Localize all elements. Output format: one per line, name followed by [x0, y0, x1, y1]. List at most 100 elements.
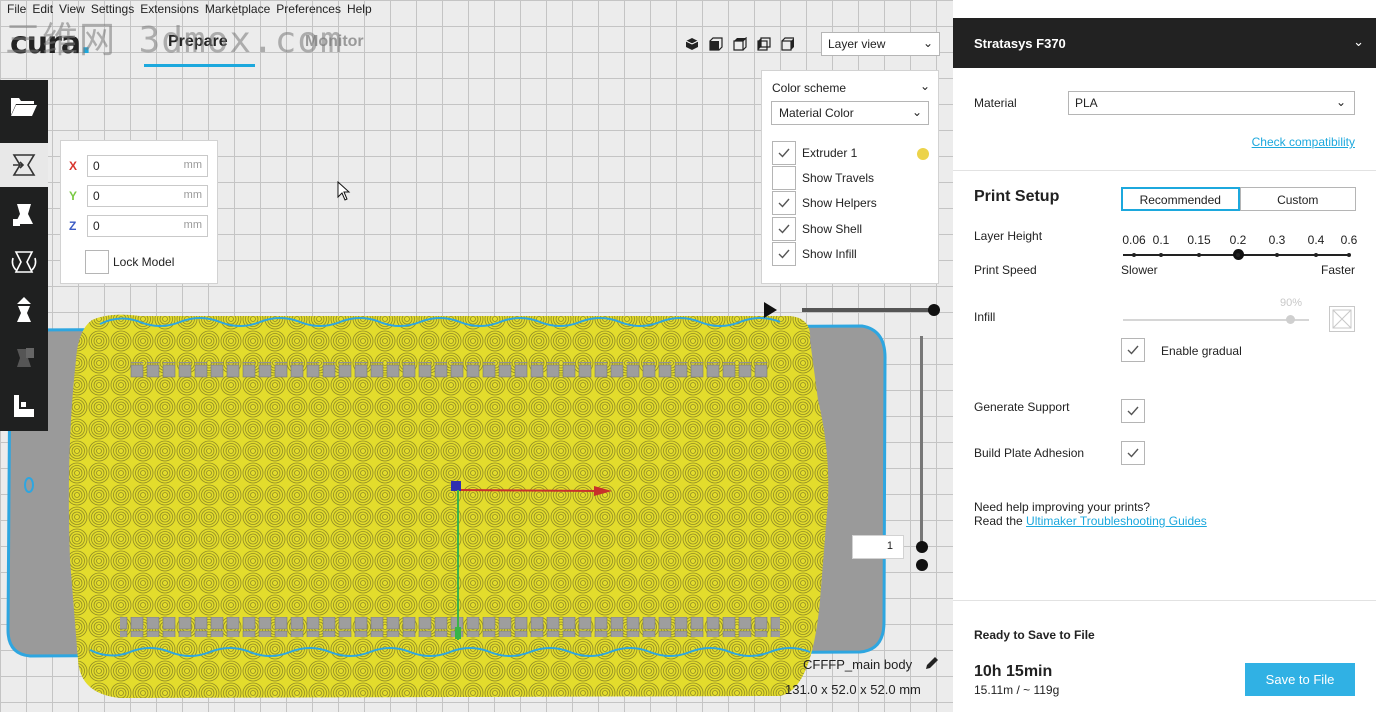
help-prefix: Read the	[974, 514, 1023, 528]
layer-height-tick-label[interactable]: 0.15	[1184, 233, 1214, 247]
per-model-settings-button[interactable]	[0, 336, 48, 380]
show-travels-checkbox[interactable]	[772, 166, 796, 190]
layer-height-tick-label[interactable]: 0.4	[1301, 233, 1331, 247]
x-position-value: 0	[93, 159, 100, 173]
print-setup-title: Print Setup	[974, 188, 1060, 205]
material-value: PLA	[1075, 96, 1098, 110]
x-axis-label: X	[69, 159, 78, 173]
help-text: Need help improving your prints? Read th…	[974, 500, 1207, 528]
option-show-shell: Show Shell	[772, 217, 863, 241]
z-position-value: 0	[93, 219, 100, 233]
checkmark-icon	[778, 249, 790, 259]
x-position-row: X 0 mm	[69, 155, 208, 177]
build-plate-viewport[interactable]: File Edit View Settings Extensions Marke…	[0, 0, 953, 712]
layer-height-tick	[1347, 253, 1351, 257]
active-tab-indicator	[144, 64, 255, 67]
tab-custom[interactable]: Custom	[1239, 187, 1356, 211]
extruder-1-checkbox[interactable]	[772, 141, 796, 165]
slower-label: Slower	[1121, 263, 1158, 277]
layer-height-tick	[1314, 253, 1318, 257]
show-shell-checkbox[interactable]	[772, 217, 796, 241]
generate-support-label: Generate Support	[974, 400, 1070, 414]
layer-height-tick	[1275, 253, 1279, 257]
save-to-file-button[interactable]: Save to File	[1245, 663, 1355, 696]
layer-slider-upper-handle[interactable]	[916, 541, 928, 553]
checkmark-icon	[778, 198, 790, 208]
collapse-chevron-icon[interactable]: ⌄	[920, 79, 930, 93]
lock-model-label: Lock Model	[113, 255, 175, 269]
show-infill-checkbox[interactable]	[772, 242, 796, 266]
support-blocker-icon	[14, 395, 34, 417]
settings-sidebar: Stratasys F370 ⌄ Material PLA ⌄ Check co…	[953, 0, 1376, 712]
layer-slider-track[interactable]	[920, 336, 923, 546]
play-icon[interactable]	[764, 302, 777, 318]
open-file-button[interactable]	[0, 84, 48, 128]
view-mode-select[interactable]: Layer view ⌄	[821, 32, 940, 56]
infill-label: Infill	[974, 310, 996, 324]
y-unit-label: mm	[183, 189, 202, 201]
layer-height-tick-label[interactable]: 0.3	[1262, 233, 1292, 247]
divider	[953, 170, 1376, 171]
y-axis-label: Y	[69, 189, 78, 203]
help-question: Need help improving your prints?	[974, 500, 1151, 514]
material-select[interactable]: PLA ⌄	[1068, 91, 1355, 115]
layer-path-slider-handle[interactable]	[928, 304, 940, 316]
mirror-tool-button[interactable]	[0, 288, 48, 332]
extruder-color-swatch	[917, 148, 929, 160]
z-axis-label: Z	[69, 219, 77, 233]
pencil-icon[interactable]	[924, 655, 940, 671]
right-view-icon[interactable]	[778, 34, 798, 54]
chevron-down-icon: ⌄	[911, 105, 922, 119]
checkmark-icon	[1127, 406, 1139, 416]
infill-slider[interactable]	[1123, 319, 1309, 321]
layer-height-tick-label[interactable]: 0.6	[1334, 233, 1364, 247]
enable-gradual-checkbox[interactable]	[1121, 338, 1145, 362]
tab-recommended[interactable]: Recommended	[1121, 187, 1240, 211]
z-position-input[interactable]: 0 mm	[87, 215, 208, 237]
scale-tool-icon	[13, 204, 33, 226]
y-position-row: Y 0 mm	[69, 185, 208, 207]
material-estimate: 15.11m / ~ 119g	[974, 683, 1060, 697]
build-plate-adhesion-checkbox[interactable]	[1121, 441, 1145, 465]
infill-pattern-icon	[1329, 306, 1355, 332]
color-scheme-select[interactable]: Material Color ⌄	[771, 101, 929, 125]
color-scheme-value: Material Color	[779, 106, 854, 120]
rotate-tool-button[interactable]	[0, 240, 48, 284]
enable-gradual-label: Enable gradual	[1161, 344, 1242, 358]
troubleshooting-guides-link[interactable]: Ultimaker Troubleshooting Guides	[1026, 514, 1207, 528]
support-blocker-button[interactable]	[0, 384, 48, 428]
move-tool-button[interactable]	[0, 143, 48, 187]
infill-slider-handle[interactable]	[1286, 315, 1296, 324]
show-shell-label: Show Shell	[802, 222, 863, 236]
lock-model-checkbox[interactable]	[85, 250, 109, 274]
current-layer-input[interactable]: 1	[852, 535, 904, 559]
extruder-1-label: Extruder 1	[802, 146, 858, 160]
y-position-input[interactable]: 0 mm	[87, 185, 208, 207]
per-model-settings-icon	[17, 348, 34, 367]
layer-height-tick-label[interactable]: 0.1	[1146, 233, 1176, 247]
show-helpers-checkbox[interactable]	[772, 191, 796, 215]
layer-height-tick-label[interactable]: 0.06	[1119, 233, 1149, 247]
divider	[953, 600, 1376, 601]
layer-height-tick	[1132, 253, 1136, 257]
camera-view-buttons	[682, 34, 798, 54]
left-view-icon[interactable]	[754, 34, 774, 54]
layer-slider-lower-handle[interactable]	[916, 559, 928, 571]
machine-selector[interactable]: Stratasys F370 ⌄	[953, 18, 1376, 68]
layer-path-slider-track[interactable]	[802, 308, 934, 312]
front-view-icon[interactable]	[706, 34, 726, 54]
3d-view-icon[interactable]	[682, 34, 702, 54]
generate-support-checkbox[interactable]	[1121, 399, 1145, 423]
scale-tool-button[interactable]	[0, 192, 48, 236]
y-position-value: 0	[93, 189, 100, 203]
check-compatibility-link[interactable]: Check compatibility	[1252, 135, 1355, 149]
checkmark-icon	[1127, 448, 1139, 458]
layer-height-tick-label[interactable]: 0.2	[1223, 233, 1253, 247]
menu-help[interactable]: Help	[344, 0, 375, 18]
show-infill-label: Show Infill	[802, 247, 857, 261]
top-view-icon[interactable]	[730, 34, 750, 54]
x-position-input[interactable]: 0 mm	[87, 155, 208, 177]
checkmark-icon	[778, 224, 790, 234]
infill-value: 90%	[1280, 297, 1303, 309]
print-time-estimate: 10h 15min	[974, 663, 1053, 680]
